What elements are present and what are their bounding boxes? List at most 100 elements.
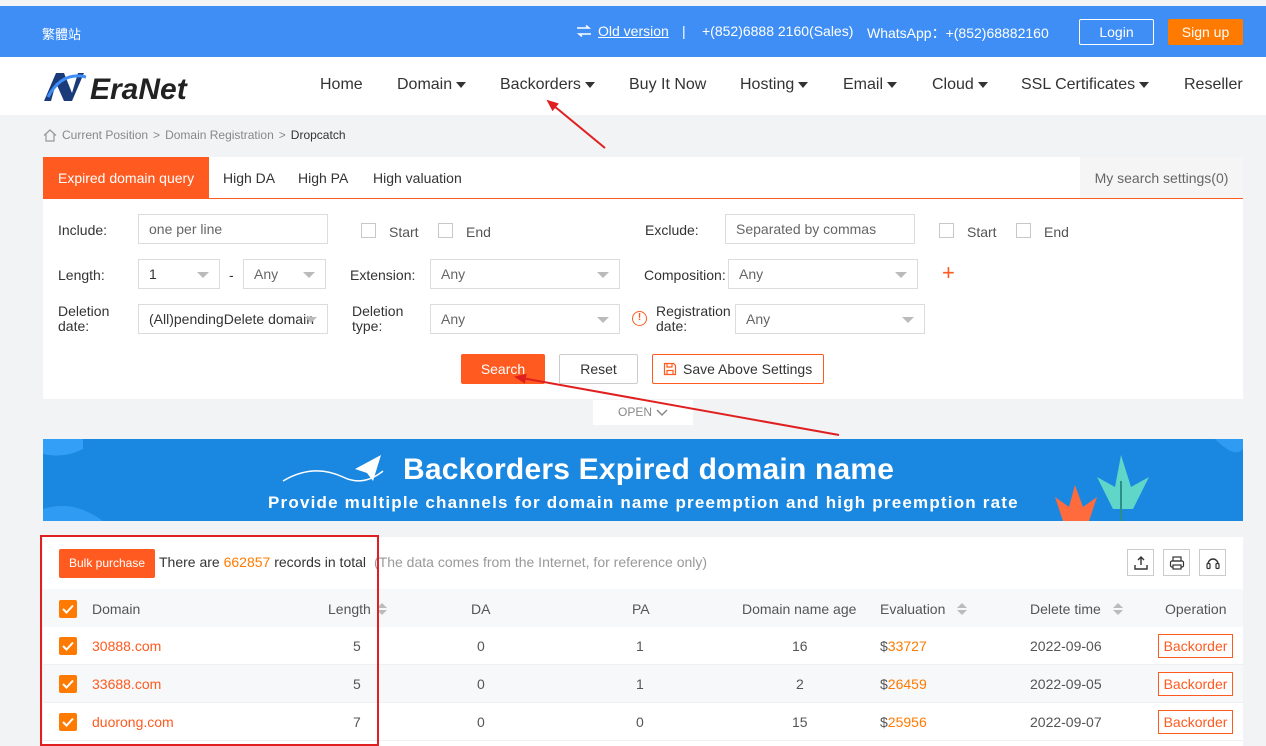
extension-select[interactable]: Any (430, 259, 620, 289)
backorders-banner[interactable]: Backorders Expired domain name Provide m… (43, 439, 1243, 521)
export-icon (1133, 555, 1148, 570)
include-start-checkbox[interactable] (361, 223, 376, 238)
composition-select[interactable]: Any (728, 259, 918, 289)
col-evaluation[interactable]: Evaluation (880, 601, 968, 617)
label-line: date: (58, 318, 90, 334)
da-cell: 0 (477, 714, 485, 730)
caret-down-icon (887, 82, 898, 88)
signup-button[interactable]: Sign up (1168, 19, 1243, 45)
support-button[interactable] (1199, 549, 1226, 576)
backorder-button[interactable]: Backorder (1158, 710, 1233, 734)
col-da: DA (471, 601, 491, 617)
col-label: Length (328, 601, 371, 617)
caret-down-icon (456, 82, 467, 88)
search-panel: Expired domain query High DA High PA Hig… (43, 157, 1243, 399)
sort-icon (1112, 603, 1123, 615)
my-search-settings-tab[interactable]: My search settings(0) (1080, 157, 1243, 198)
nav-domain[interactable]: Domain (397, 76, 467, 94)
backorder-button[interactable]: Backorder (1158, 672, 1233, 696)
evaluation-value: 26459 (887, 676, 927, 692)
delete-time-cell: 2022-09-07 (1030, 714, 1102, 730)
info-icon[interactable]: ! (632, 311, 647, 326)
label-line: Deletion (352, 303, 404, 319)
table-row: 33688.com 5 0 1 2 $26459 2022-09-05 Back… (43, 665, 1243, 703)
brand-name: EraNet (90, 73, 189, 106)
results-panel: Bulk purchase There are 662857 records i… (43, 537, 1243, 746)
tab-expired-domain-query[interactable]: Expired domain query (43, 157, 210, 198)
domain-link[interactable]: duorong.com (92, 714, 174, 730)
open-toggle[interactable]: OPEN (593, 400, 693, 425)
records-total: There are 662857 records in total (159, 554, 366, 570)
tab-high-pa[interactable]: High PA (298, 157, 348, 198)
currency-symbol: $ (880, 714, 888, 730)
da-cell: 0 (477, 638, 485, 654)
domain-link[interactable]: 30888.com (92, 638, 161, 654)
nav-hosting[interactable]: Hosting (740, 76, 809, 94)
exclude-end-checkbox[interactable] (1016, 223, 1031, 238)
export-button[interactable] (1127, 549, 1154, 576)
row-checkbox[interactable] (59, 675, 77, 693)
traditional-chinese-link[interactable]: 繁體站 (42, 24, 81, 43)
search-button[interactable]: Search (461, 354, 545, 384)
breadcrumb-domain-registration[interactable]: Domain Registration (165, 128, 274, 142)
eranet-logo[interactable]: EraNet (42, 67, 222, 107)
save-settings-button[interactable]: Save Above Settings (652, 354, 824, 384)
nav-cloud[interactable]: Cloud (932, 76, 988, 94)
col-length[interactable]: Length (328, 601, 387, 617)
bulk-purchase-button[interactable]: Bulk purchase (59, 549, 155, 578)
include-input[interactable]: one per line (138, 214, 328, 244)
backorder-button[interactable]: Backorder (1158, 634, 1233, 658)
deletion-type-select[interactable]: Any (430, 304, 620, 334)
col-delete-time[interactable]: Delete time (1030, 601, 1123, 617)
login-button[interactable]: Login (1079, 19, 1154, 45)
nav-reseller[interactable]: Reseller (1184, 76, 1243, 94)
label-line: type: (352, 318, 383, 334)
open-label: OPEN (617, 405, 652, 419)
currency-symbol: $ (880, 676, 888, 692)
da-cell: 0 (477, 676, 485, 692)
caret-down-icon (977, 82, 988, 88)
nav-home[interactable]: Home (320, 76, 363, 94)
length-max-select[interactable]: Any (243, 259, 326, 289)
tab-high-da[interactable]: High DA (223, 157, 275, 198)
row-checkbox[interactable] (59, 713, 77, 731)
label-line: date: (656, 318, 688, 334)
nav-email[interactable]: Email (843, 76, 898, 94)
main-navbar: EraNet Home Domain Backorders Buy It Now… (0, 57, 1266, 115)
select-all-checkbox[interactable] (59, 600, 77, 618)
length-min-select[interactable]: 1 (138, 259, 220, 289)
exclude-start-checkbox[interactable] (939, 223, 954, 238)
print-button[interactable] (1163, 549, 1190, 576)
include-end-checkbox[interactable] (438, 223, 453, 238)
age-cell: 15 (792, 714, 808, 730)
nav-buy-it-now[interactable]: Buy It Now (629, 76, 706, 94)
exclude-label: Exclude: (645, 222, 699, 238)
nav-label: Hosting (740, 76, 795, 93)
age-cell: 16 (792, 638, 808, 654)
save-settings-label: Save Above Settings (683, 361, 813, 377)
row-checkbox[interactable] (59, 637, 77, 655)
label-line: Registration (656, 303, 731, 319)
deletion-type-label: Deletion type: (352, 304, 403, 334)
nav-ssl-certificates[interactable]: SSL Certificates (1021, 76, 1150, 94)
reset-button[interactable]: Reset (559, 354, 638, 384)
sort-icon (957, 603, 968, 615)
nav-label: Backorders (500, 76, 581, 93)
deletion-date-select[interactable]: (All)pendingDelete domain (138, 304, 328, 334)
old-version-link[interactable]: Old version (576, 23, 669, 39)
exclude-start-label: Start (967, 224, 997, 240)
add-filter-plus-icon[interactable]: + (942, 262, 955, 284)
banner-title: Backorders Expired domain name (403, 453, 895, 486)
col-label: Delete time (1030, 601, 1101, 617)
search-tabs: Expired domain query High DA High PA Hig… (43, 157, 1243, 199)
whatsapp-number: WhatsApp：+(852)68882160 (867, 25, 1049, 41)
domain-link[interactable]: 33688.com (92, 676, 161, 692)
pa-cell: 1 (636, 638, 644, 654)
nav-label: Buy It Now (629, 76, 707, 93)
table-row: duorong.com 7 0 0 15 $25956 2022-09-07 B… (43, 703, 1243, 741)
tab-high-valuation[interactable]: High valuation (373, 157, 462, 198)
registration-date-select[interactable]: Any (735, 304, 925, 334)
exclude-input[interactable]: Separated by commas (725, 214, 915, 244)
sort-icon (376, 603, 387, 615)
nav-backorders[interactable]: Backorders (500, 76, 595, 94)
